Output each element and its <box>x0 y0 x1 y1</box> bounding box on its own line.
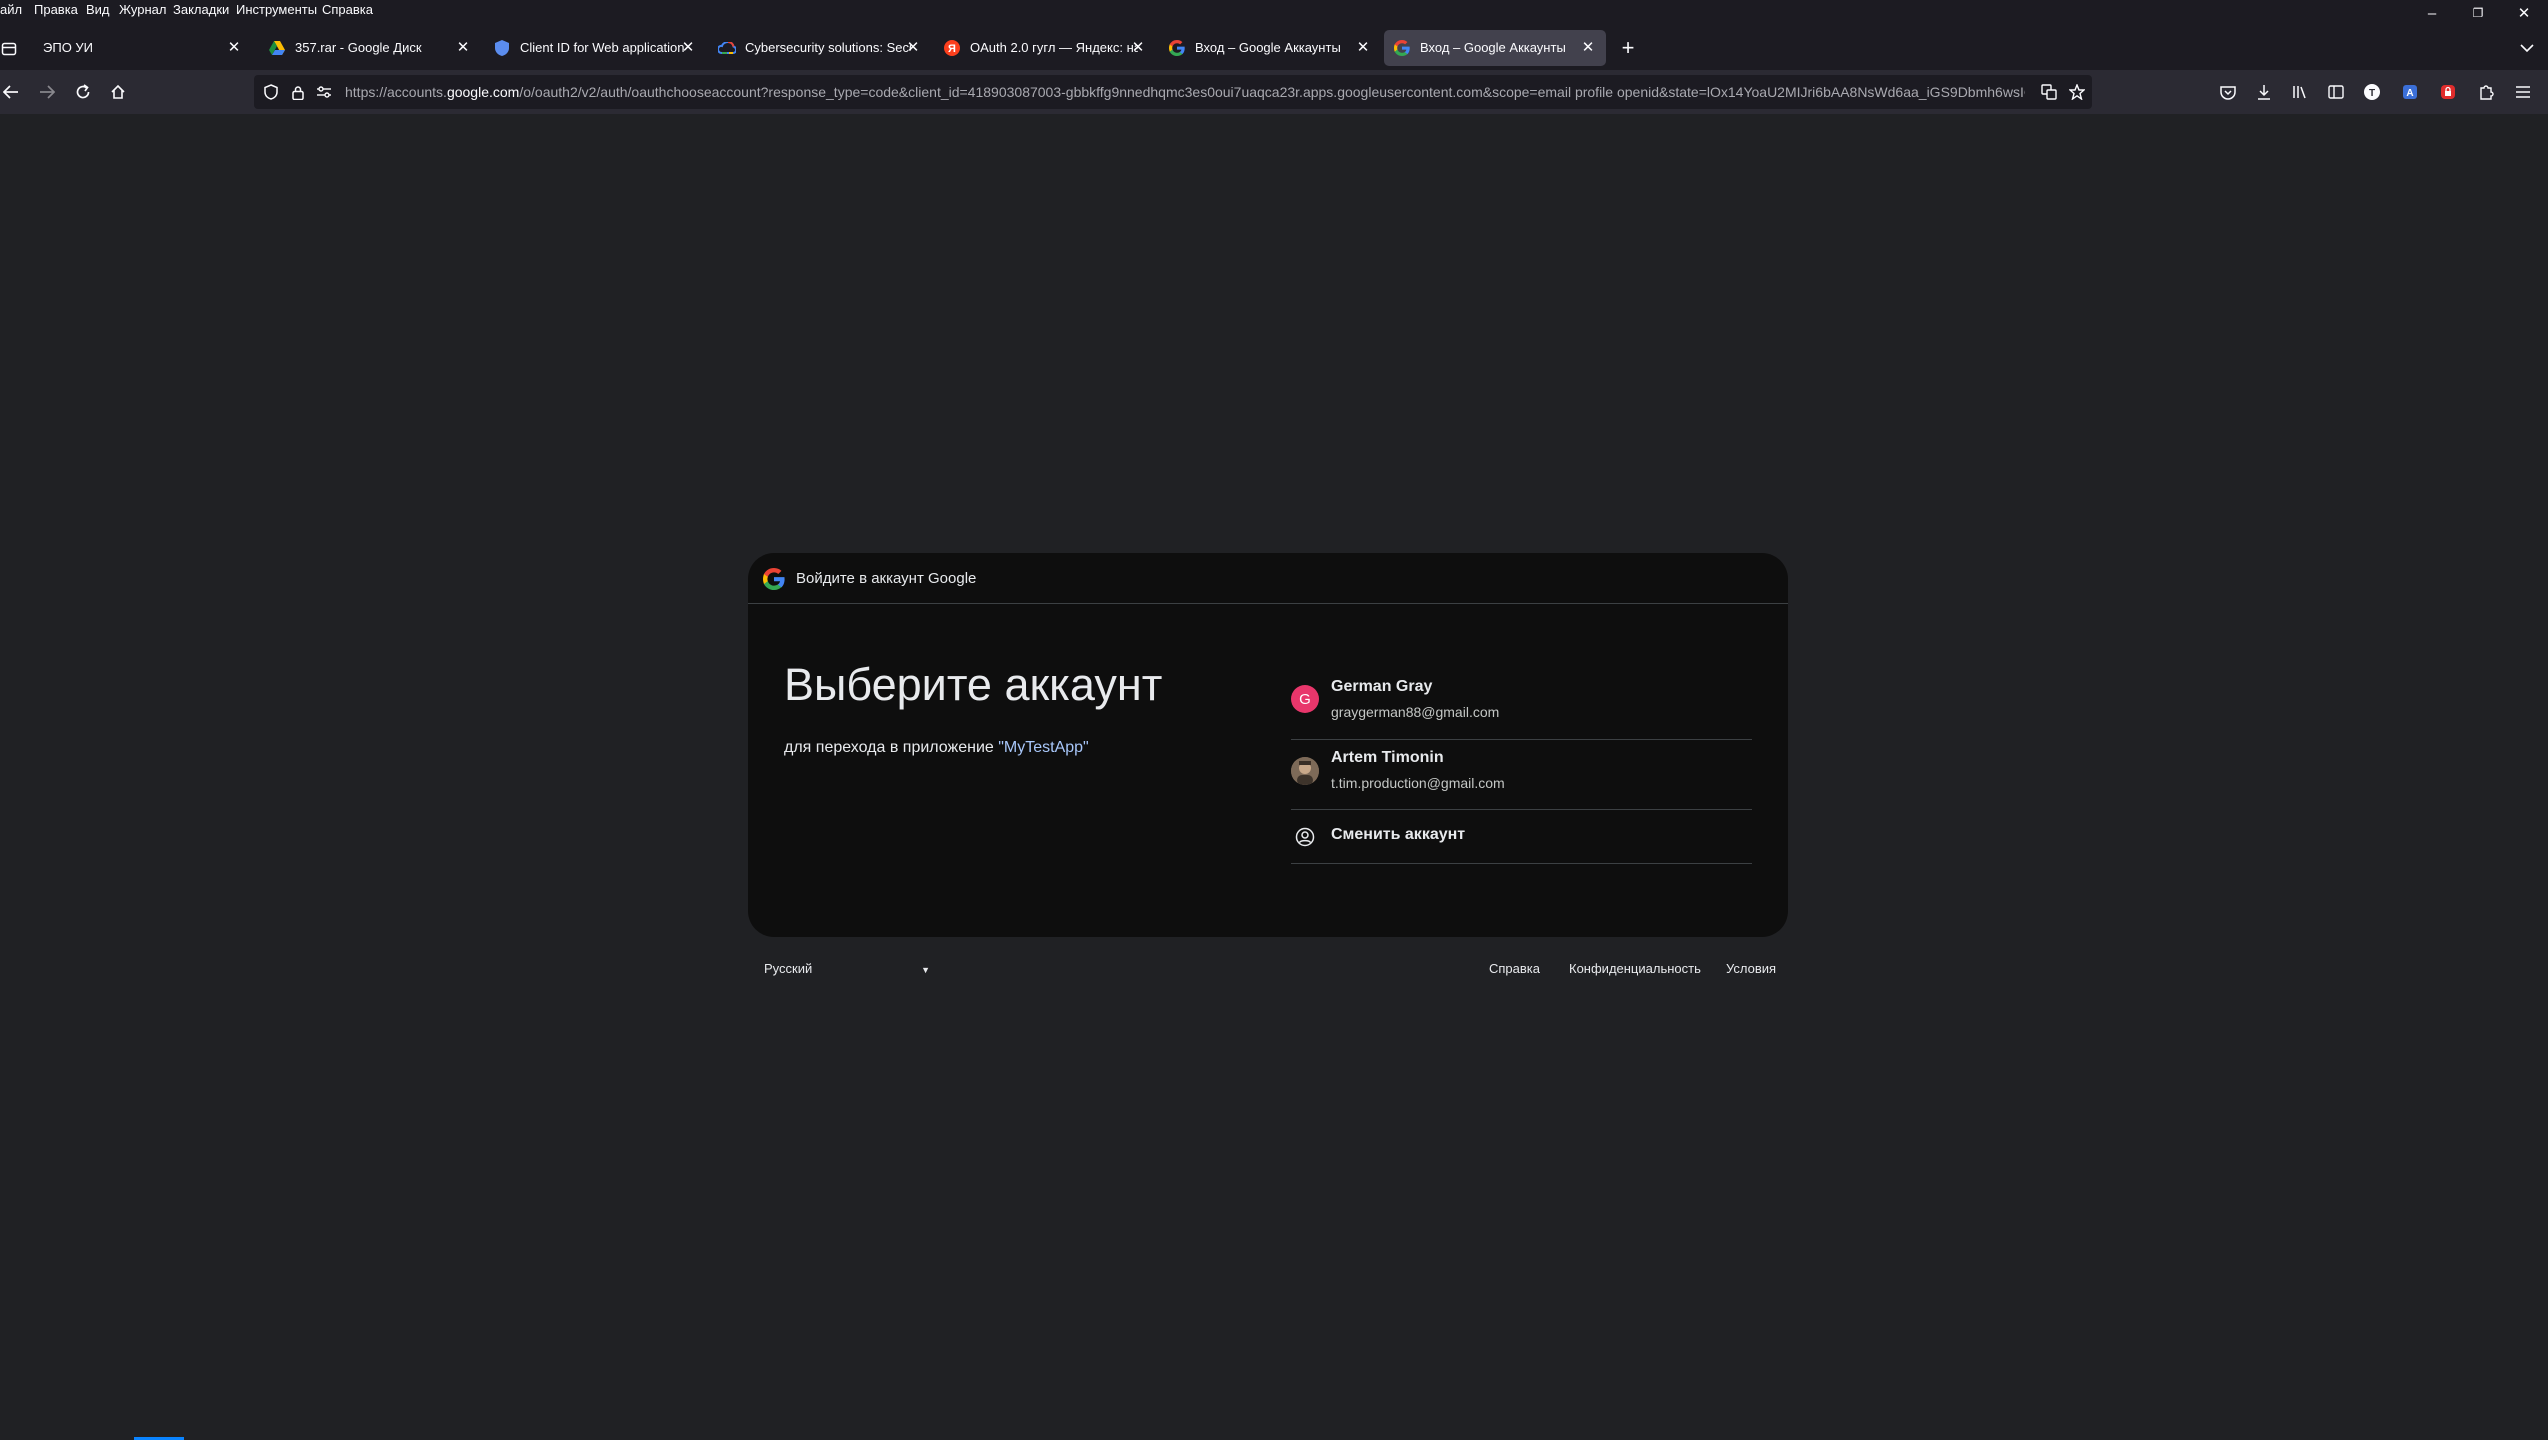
menu-view[interactable]: Вид <box>86 2 110 17</box>
extensions-puzzle-icon[interactable] <box>2471 77 2501 107</box>
firefox-view-icon[interactable] <box>0 34 24 64</box>
language-select[interactable]: Русский ▼ <box>764 961 934 981</box>
extension-translate-icon[interactable]: A <box>2395 77 2425 107</box>
yandex-icon: Я <box>943 39 961 57</box>
terms-link[interactable]: Условия <box>1726 961 1776 976</box>
tab-title: Cybersecurity solutions: SecOps <box>745 40 911 55</box>
tab-title: OAuth 2.0 гугл — Яндекс: нашл <box>970 40 1138 55</box>
menu-file[interactable]: айл <box>0 2 22 17</box>
svg-text:A: A <box>2406 88 2413 99</box>
svg-text:T: T <box>2369 88 2375 99</box>
tab-google-drive[interactable]: 357.rar - Google Диск ✕ <box>259 30 479 66</box>
tab-title: Client ID for Web application – G <box>520 40 684 55</box>
account-email: graygerman88@gmail.com <box>1331 704 1500 720</box>
account-circle-icon <box>1291 823 1319 851</box>
google-cloud-icon <box>718 39 736 57</box>
account-email: t.tim.production@gmail.com <box>1331 775 1505 791</box>
switch-account-label: Сменить аккаунт <box>1331 826 1466 843</box>
close-icon[interactable]: ✕ <box>1126 35 1150 59</box>
tab-client-id[interactable]: Client ID for Web application – G ✕ <box>484 30 704 66</box>
google-drive-icon <box>268 39 286 57</box>
avatar: G <box>1291 685 1319 713</box>
forward-icon[interactable] <box>32 77 62 107</box>
hamburger-menu-icon[interactable] <box>2508 77 2538 107</box>
downloads-icon[interactable] <box>2249 77 2279 107</box>
sidebar-icon[interactable] <box>2321 77 2351 107</box>
bookmark-star-icon[interactable] <box>2066 81 2088 103</box>
url-prefix: https://accounts. <box>345 84 447 100</box>
card-subtitle: для перехода в приложение "MyTestApp" <box>784 739 1089 757</box>
tab-google-accounts[interactable]: Вход – Google Аккаунты ✕ <box>1159 30 1379 66</box>
privacy-link[interactable]: Конфиденциальность <box>1569 961 1701 976</box>
card-header: Войдите в аккаунт Google <box>748 553 1788 604</box>
tab-epo[interactable]: ЭПО УИ ✕ <box>26 30 250 66</box>
google-logo-icon <box>763 568 785 590</box>
home-icon[interactable] <box>103 77 133 107</box>
library-icon[interactable] <box>2285 77 2315 107</box>
account-item-artem-timonin[interactable]: Artem Timonin t.tim.production@gmail.com <box>1291 740 1752 810</box>
google-icon <box>1168 39 1186 57</box>
tab-strip: ЭПО УИ ✕ 357.rar - Google Диск ✕ Client … <box>0 20 2548 70</box>
list-all-tabs-icon[interactable] <box>2512 33 2542 63</box>
account-item-german-gray[interactable]: G German Gray graygerman88@gmail.com <box>1291 671 1752 740</box>
close-icon[interactable]: ✕ <box>1351 35 1375 59</box>
google-icon <box>1393 39 1411 57</box>
menu-tools[interactable]: Инструменты <box>236 2 317 17</box>
tab-yandex[interactable]: Я OAuth 2.0 гугл — Яндекс: нашл ✕ <box>934 30 1154 66</box>
account-chooser-card: Войдите в аккаунт Google Выберите аккаун… <box>748 553 1788 937</box>
url-bar[interactable]: https://accounts.google.com/o/oauth2/v2/… <box>254 75 2092 109</box>
extension-red-icon[interactable] <box>2433 77 2463 107</box>
svg-text:Я: Я <box>948 43 956 55</box>
menu-edit[interactable]: Правка <box>34 2 78 17</box>
menu-help[interactable]: Справка <box>322 2 373 17</box>
menu-history[interactable]: Журнал <box>119 2 166 17</box>
translate-icon[interactable] <box>2038 81 2060 103</box>
close-icon[interactable]: ✕ <box>451 35 475 59</box>
card-header-text: Войдите в аккаунт Google <box>796 570 977 587</box>
menu-bar: айл Правка Вид Журнал Закладки Инструмен… <box>0 0 2548 22</box>
tab-title: Вход – Google Аккаунты <box>1195 40 1341 55</box>
url-host: google.com <box>446 84 520 100</box>
permissions-icon[interactable] <box>313 81 335 103</box>
lock-icon[interactable] <box>287 81 309 103</box>
tab-title: 357.rar - Google Диск <box>295 40 422 55</box>
close-icon[interactable]: ✕ <box>1576 35 1600 59</box>
switch-account-button[interactable]: Сменить аккаунт <box>1291 810 1752 864</box>
subtitle-text: для перехода в приложение <box>784 739 999 756</box>
reload-icon[interactable] <box>68 77 98 107</box>
url-text[interactable]: https://accounts.google.com/o/oauth2/v2/… <box>345 84 2025 100</box>
tab-title: Вход – Google Аккаунты <box>1420 40 1566 55</box>
close-icon[interactable]: ✕ <box>901 35 925 59</box>
pocket-icon[interactable] <box>2213 77 2243 107</box>
tab-google-accounts-active[interactable]: Вход – Google Аккаунты ✕ <box>1384 30 1606 66</box>
extension-t-icon[interactable]: T <box>2357 77 2387 107</box>
avatar-photo <box>1291 757 1319 785</box>
app-name-link[interactable]: "MyTestApp" <box>998 739 1089 756</box>
menu-bookmarks[interactable]: Закладки <box>173 2 229 17</box>
shield-icon <box>493 39 511 57</box>
close-icon[interactable]: ✕ <box>676 35 700 59</box>
tab-cybersecurity[interactable]: Cybersecurity solutions: SecOps ✕ <box>709 30 929 66</box>
back-icon[interactable] <box>0 77 26 107</box>
close-icon[interactable]: ✕ <box>222 35 246 59</box>
tracking-protection-shield-icon[interactable] <box>260 81 282 103</box>
navigation-bar: https://accounts.google.com/o/oauth2/v2/… <box>0 70 2548 114</box>
tab-title: ЭПО УИ <box>43 40 94 55</box>
page-title: Выберите аккаунт <box>784 659 1163 710</box>
account-name: Artem Timonin <box>1331 749 1444 766</box>
language-value: Русский <box>764 961 813 976</box>
help-link[interactable]: Справка <box>1489 961 1540 976</box>
new-tab-icon[interactable]: + <box>1613 33 1643 63</box>
dropdown-arrow-icon: ▼ <box>921 965 930 975</box>
url-path: /o/oauth2/v2/auth/oauthchooseaccount?res… <box>519 84 2025 100</box>
account-name: German Gray <box>1331 678 1433 695</box>
